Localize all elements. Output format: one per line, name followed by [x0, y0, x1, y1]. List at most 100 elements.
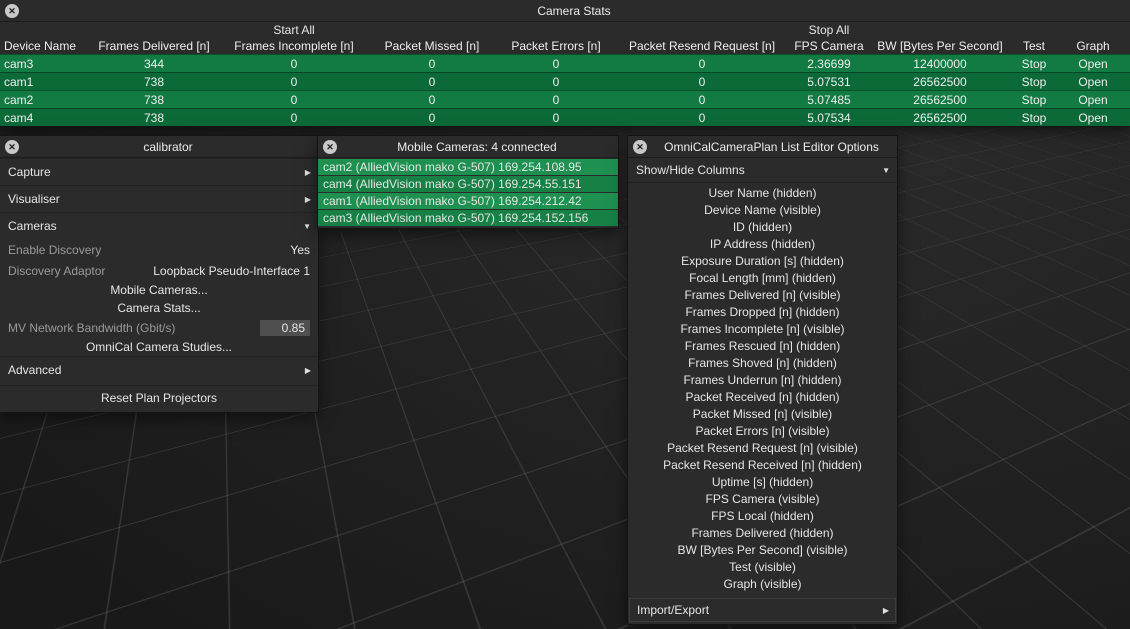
column-toggle-item[interactable]: Frames Delivered (hidden): [628, 525, 897, 542]
window-title: Camera Stats: [22, 4, 1126, 18]
column-header-frames-delivered: Frames Delivered [n]: [90, 39, 218, 53]
cell-fps-camera: 5.07531: [786, 75, 872, 89]
column-toggle-item[interactable]: Test (visible): [628, 559, 897, 576]
section-label: Import/Export: [637, 603, 709, 617]
column-toggle-item[interactable]: Device Name (visible): [628, 202, 897, 219]
column-toggle-item[interactable]: Packet Resend Received [n] (hidden): [628, 457, 897, 474]
mv-bandwidth-input[interactable]: 0.85: [260, 320, 310, 336]
cell-packet-errors: 0: [494, 75, 618, 89]
cell-device-name: cam2: [0, 93, 90, 107]
column-toggle-item[interactable]: Packet Resend Request [n] (visible): [628, 440, 897, 457]
section-cameras[interactable]: Cameras ▼: [0, 212, 318, 239]
column-toggle-item[interactable]: Packet Errors [n] (visible): [628, 423, 897, 440]
column-toggle-item[interactable]: User Name (hidden): [628, 185, 897, 202]
column-toggle-item[interactable]: Packet Missed [n] (visible): [628, 406, 897, 423]
camera-stats-link[interactable]: Camera Stats...: [0, 299, 318, 317]
start-all-button[interactable]: Start All: [218, 23, 370, 37]
column-toggle-item[interactable]: FPS Camera (visible): [628, 491, 897, 508]
column-toggle-item[interactable]: ID (hidden): [628, 219, 897, 236]
column-toggle-item[interactable]: FPS Local (hidden): [628, 508, 897, 525]
camera-stats-titlebar[interactable]: ✕ Camera Stats: [0, 0, 1130, 22]
field-mv-network-bandwidth: MV Network Bandwidth (Gbit/s) 0.85: [0, 317, 318, 338]
column-toggle-item[interactable]: Focal Length [mm] (hidden): [628, 270, 897, 287]
close-icon[interactable]: ✕: [323, 140, 337, 154]
import-export-row[interactable]: Import/Export ▶: [629, 598, 896, 622]
column-toggle-item[interactable]: Packet Received [n] (hidden): [628, 389, 897, 406]
column-header-packet-errors: Packet Errors [n]: [494, 39, 618, 53]
chevron-right-icon: ▶: [305, 168, 311, 177]
omnical-camera-studies-link[interactable]: OmniCal Camera Studies...: [0, 338, 318, 356]
close-icon[interactable]: ✕: [5, 140, 19, 154]
cell-fps-camera: 5.07534: [786, 111, 872, 125]
column-toggle-item[interactable]: Frames Delivered [n] (visible): [628, 287, 897, 304]
column-toggle-item[interactable]: BW [Bytes Per Second] (visible): [628, 542, 897, 559]
cell-packet-resend-request: 0: [618, 93, 786, 107]
camera-list-item[interactable]: cam4 (AlliedVision mako G-507) 169.254.5…: [318, 176, 618, 192]
stop-all-button[interactable]: Stop All: [786, 23, 872, 37]
column-header-device-name: Device Name: [0, 39, 90, 53]
column-toggle-item[interactable]: Frames Shoved [n] (hidden): [628, 355, 897, 372]
close-icon[interactable]: ✕: [5, 4, 19, 18]
stop-button[interactable]: Stop: [1008, 75, 1060, 89]
column-toggle-item[interactable]: Frames Rescued [n] (hidden): [628, 338, 897, 355]
cell-packet-errors: 0: [494, 93, 618, 107]
field-discovery-adaptor: Discovery Adaptor Loopback Pseudo-Interf…: [0, 260, 318, 281]
camera-list-item[interactable]: cam1 (AlliedVision mako G-507) 169.254.2…: [318, 193, 618, 209]
options-titlebar[interactable]: ✕ OmniCalCameraPlan List Editor Options: [628, 136, 897, 158]
section-capture[interactable]: Capture ▶: [0, 158, 318, 185]
camera-list-item[interactable]: cam3 (AlliedVision mako G-507) 169.254.1…: [318, 210, 618, 226]
cell-frames-delivered: 344: [90, 57, 218, 71]
section-label: Cameras: [8, 219, 57, 233]
column-header-graph: Graph: [1060, 39, 1126, 53]
discovery-adaptor-select[interactable]: Loopback Pseudo-Interface 1: [153, 264, 310, 278]
section-advanced[interactable]: Advanced ▶: [0, 356, 318, 383]
cell-frames-delivered: 738: [90, 111, 218, 125]
camera-list-item[interactable]: cam2 (AlliedVision mako G-507) 169.254.1…: [318, 159, 618, 175]
reset-plan-projectors-button[interactable]: Reset Plan Projectors: [0, 385, 318, 410]
section-label: Capture: [8, 165, 51, 179]
cell-frames-incomplete: 0: [218, 75, 370, 89]
mobile-cameras-link[interactable]: Mobile Cameras...: [0, 281, 318, 299]
section-visualiser[interactable]: Visualiser ▶: [0, 185, 318, 212]
stop-button[interactable]: Stop: [1008, 57, 1060, 71]
column-toggle-item[interactable]: Frames Dropped [n] (hidden): [628, 304, 897, 321]
stop-button[interactable]: Stop: [1008, 111, 1060, 125]
cell-packet-errors: 0: [494, 111, 618, 125]
cell-frames-delivered: 738: [90, 93, 218, 107]
column-header-fps-camera: FPS Camera: [786, 39, 872, 53]
mobile-cameras-titlebar[interactable]: ✕ Mobile Cameras: 4 connected: [318, 136, 618, 158]
field-label: Discovery Adaptor: [8, 264, 105, 278]
stop-button[interactable]: Stop: [1008, 93, 1060, 107]
column-toggle-item[interactable]: Graph (visible): [628, 576, 897, 593]
cell-device-name: cam4: [0, 111, 90, 125]
open-graph-button[interactable]: Open: [1060, 75, 1126, 89]
chevron-down-icon: ▼: [303, 222, 311, 231]
calibrator-titlebar[interactable]: ✕ calibrator: [0, 136, 318, 158]
enable-discovery-toggle[interactable]: Yes: [290, 243, 310, 257]
column-toggle-item[interactable]: Frames Incomplete [n] (visible): [628, 321, 897, 338]
open-graph-button[interactable]: Open: [1060, 93, 1126, 107]
window-title: calibrator: [22, 140, 314, 154]
cell-frames-incomplete: 0: [218, 93, 370, 107]
column-visibility-list: User Name (hidden) Device Name (visible)…: [628, 183, 897, 595]
close-icon[interactable]: ✕: [633, 140, 647, 154]
cell-bw: 12400000: [872, 57, 1008, 71]
cell-packet-resend-request: 0: [618, 75, 786, 89]
column-header-packet-resend-request: Packet Resend Request [n]: [618, 39, 786, 53]
chevron-right-icon: ▶: [883, 606, 889, 615]
cell-device-name: cam1: [0, 75, 90, 89]
column-toggle-item[interactable]: Uptime [s] (hidden): [628, 474, 897, 491]
cell-bw: 26562500: [872, 111, 1008, 125]
table-header: Device Name Frames Delivered [n] Frames …: [0, 37, 1130, 54]
open-graph-button[interactable]: Open: [1060, 57, 1126, 71]
chevron-right-icon: ▶: [305, 366, 311, 375]
table-body: cam3 344 0 0 0 0 2.36699 12400000 Stop O…: [0, 54, 1130, 126]
column-toggle-item[interactable]: Frames Underrun [n] (hidden): [628, 372, 897, 389]
show-hide-columns-header[interactable]: Show/Hide Columns ▼: [628, 158, 897, 183]
column-toggle-item[interactable]: Exposure Duration [s] (hidden): [628, 253, 897, 270]
open-graph-button[interactable]: Open: [1060, 111, 1126, 125]
cell-frames-delivered: 738: [90, 75, 218, 89]
cell-fps-camera: 2.36699: [786, 57, 872, 71]
column-toggle-item[interactable]: IP Address (hidden): [628, 236, 897, 253]
window-title: OmniCalCameraPlan List Editor Options: [650, 140, 893, 154]
